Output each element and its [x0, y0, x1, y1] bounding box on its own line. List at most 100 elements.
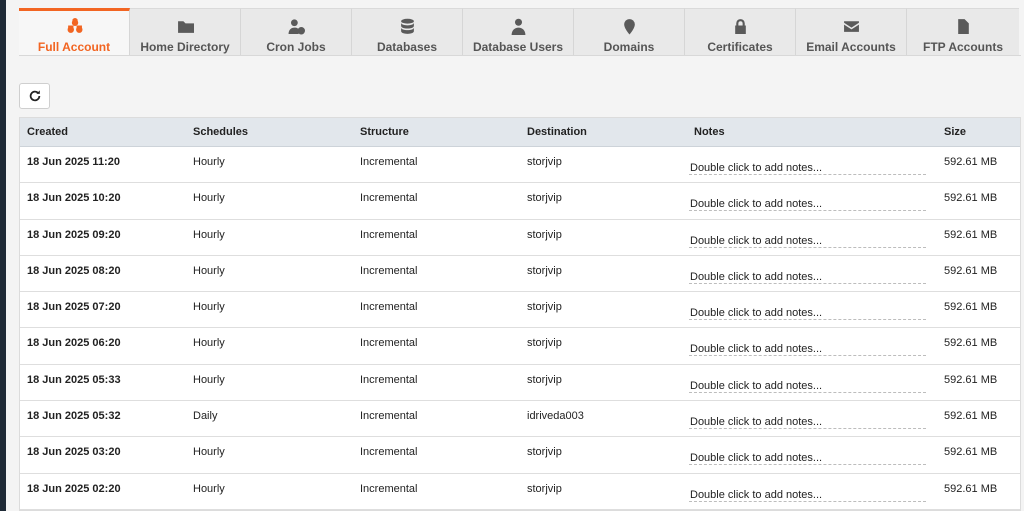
structure-cell: Incremental: [360, 156, 418, 168]
created-cell: 18 Jun 2025 08:20: [27, 264, 121, 277]
column-header-notes[interactable]: Notes: [687, 126, 937, 138]
size-cell: 592.61 MB: [944, 264, 998, 277]
created-cell: 18 Jun 2025 02:20: [27, 482, 121, 495]
user-tie-icon: [509, 18, 527, 35]
destination-cell: storjvip: [527, 301, 562, 314]
size-cell: 592.61 MB: [944, 301, 998, 314]
tab-ftp-accounts[interactable]: FTP Accounts: [907, 8, 1019, 55]
notes-cell: Double click to add notes...: [687, 147, 937, 175]
destination-cell: storjvip: [527, 337, 562, 350]
schedule-cell: Hourly: [193, 156, 225, 168]
notes-cell: Double click to add notes...: [687, 256, 937, 284]
schedule-cell: Hourly: [193, 301, 225, 314]
tab-certificates[interactable]: Certificates: [685, 8, 796, 55]
table-row[interactable]: 18 Jun 2025 10:20 Hourly Incremental storjv…: [20, 183, 1020, 220]
notes-cell: Double click to add notes...: [687, 437, 937, 466]
destination-cell: storjvip: [527, 482, 562, 495]
tab-email-accounts[interactable]: Email Accounts: [796, 8, 907, 55]
user-clock-icon: [287, 18, 305, 35]
map-marker-icon: [620, 18, 638, 35]
notes-editable[interactable]: Double click to add notes...: [689, 482, 926, 502]
table-row[interactable]: 18 Jun 2025 06:20 Hourly Incremental storjv…: [20, 328, 1020, 365]
refresh-icon: [29, 90, 40, 102]
notes-editable[interactable]: Double click to add notes...: [689, 373, 926, 393]
folder-icon: [176, 18, 194, 35]
notes-editable[interactable]: Double click to add notes...: [689, 409, 926, 430]
table-row[interactable]: 18 Jun 2025 09:20 Hourly Incremental storjv…: [20, 220, 1020, 256]
notes-editable[interactable]: Double click to add notes...: [689, 155, 926, 175]
size-cell: 592.61 MB: [944, 156, 998, 168]
notes-cell: Double click to add notes...: [687, 328, 937, 357]
tab-home-directory[interactable]: Home Directory: [130, 8, 241, 55]
tab-label: Home Directory: [140, 40, 230, 54]
notes-editable[interactable]: Double click to add notes...: [689, 445, 926, 466]
notes-editable[interactable]: Double click to add notes...: [689, 191, 926, 212]
notes-editable[interactable]: Double click to add notes...: [689, 300, 926, 321]
destination-cell: storjvip: [527, 446, 562, 459]
structure-cell: Incremental: [360, 301, 418, 314]
tab-databases[interactable]: Databases: [352, 8, 463, 55]
sidebar-edge: [0, 0, 6, 511]
structure-cell: Incremental: [360, 482, 418, 495]
cubes-icon: [65, 18, 83, 35]
created-cell: 18 Jun 2025 09:20: [27, 228, 121, 241]
table-row[interactable]: 18 Jun 2025 02:20 Hourly Incremental storjv…: [20, 474, 1020, 510]
database-icon: [398, 18, 416, 35]
size-cell: 592.61 MB: [944, 482, 998, 495]
tab-label: Cron Jobs: [266, 40, 326, 54]
size-cell: 592.61 MB: [944, 446, 998, 459]
schedule-cell: Hourly: [193, 482, 225, 495]
column-header-schedules[interactable]: Schedules: [186, 126, 353, 138]
notes-cell: Double click to add notes...: [687, 365, 937, 393]
tab-label: FTP Accounts: [922, 40, 1003, 54]
notes-cell: Double click to add notes...: [687, 220, 937, 248]
table-body: 18 Jun 2025 11:20 Hourly Incremental storjv…: [20, 147, 1020, 510]
tab-label: Full Account: [37, 40, 111, 54]
notes-editable[interactable]: Double click to add notes...: [689, 264, 926, 284]
column-header-destination[interactable]: Destination: [520, 126, 687, 138]
table-row[interactable]: 18 Jun 2025 11:20 Hourly Incremental storjv…: [20, 147, 1020, 184]
envelope-icon: [842, 18, 860, 35]
tab-cron-jobs[interactable]: Cron Jobs: [241, 8, 352, 55]
tab-full-account[interactable]: Full Account: [19, 8, 130, 55]
tab-domains[interactable]: Domains: [574, 8, 685, 55]
table-row[interactable]: 18 Jun 2025 07:20 Hourly Incremental storjv…: [20, 292, 1020, 329]
schedule-cell: Hourly: [193, 192, 225, 205]
notes-editable[interactable]: Double click to add notes...: [689, 336, 926, 357]
created-cell: 18 Jun 2025 10:20: [27, 192, 121, 205]
structure-cell: Incremental: [360, 410, 418, 423]
notes-cell: Double click to add notes...: [687, 474, 937, 502]
created-cell: 18 Jun 2025 07:20: [27, 301, 121, 314]
tab-label: Certificates: [707, 40, 773, 54]
table-row[interactable]: 18 Jun 2025 03:20 Hourly Incremental storjv…: [20, 437, 1020, 474]
schedule-cell: Daily: [193, 410, 218, 423]
structure-cell: Incremental: [360, 228, 418, 241]
created-cell: 18 Jun 2025 03:20: [27, 446, 121, 459]
notes-cell: Double click to add notes...: [687, 292, 937, 321]
structure-cell: Incremental: [360, 446, 418, 459]
backups-table: Created Schedules Structure Destination …: [19, 117, 1021, 511]
tab-label: Databases: [376, 40, 438, 54]
tab-database-users[interactable]: Database Users: [463, 8, 574, 55]
destination-cell: storjvip: [527, 373, 562, 386]
column-header-size[interactable]: Size: [937, 126, 1020, 138]
tab-label: Domains: [603, 40, 655, 54]
refresh-button[interactable]: [19, 83, 50, 109]
table-row[interactable]: 18 Jun 2025 05:33 Hourly Incremental storjv…: [20, 365, 1020, 402]
destination-cell: idriveda003: [527, 410, 584, 423]
notes-cell: Double click to add notes...: [687, 401, 937, 430]
column-header-structure[interactable]: Structure: [353, 126, 520, 138]
size-cell: 592.61 MB: [944, 192, 998, 205]
lock-icon: [731, 18, 749, 35]
structure-cell: Incremental: [360, 373, 418, 386]
destination-cell: storjvip: [527, 228, 562, 241]
backup-browser: Full Account Home Directory Cron Jobs Datab…: [19, 8, 1021, 511]
file-icon: [954, 18, 972, 35]
tab-label: Email Accounts: [806, 40, 896, 54]
structure-cell: Incremental: [360, 192, 418, 205]
notes-editable[interactable]: Double click to add notes...: [689, 228, 926, 248]
table-row[interactable]: 18 Jun 2025 08:20 Hourly Incremental storjv…: [20, 256, 1020, 293]
column-header-created[interactable]: Created: [20, 126, 186, 138]
created-cell: 18 Jun 2025 06:20: [27, 337, 121, 350]
table-row[interactable]: 18 Jun 2025 05:32 Daily Incremental idrived…: [20, 401, 1020, 438]
